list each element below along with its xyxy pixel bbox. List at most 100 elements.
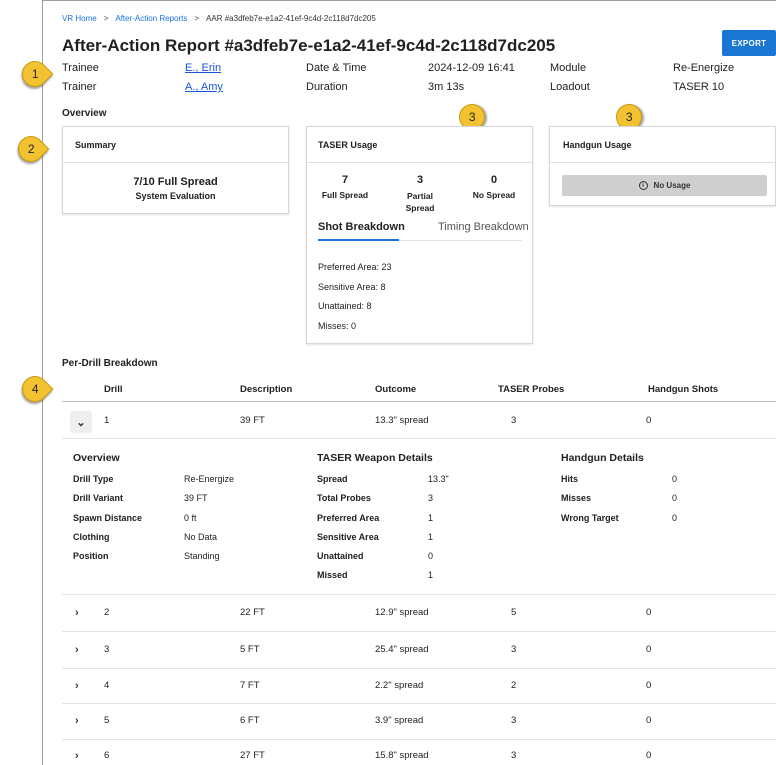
table-row[interactable]: › 6 27 FT 15.8" spread 3 0: [62, 740, 776, 765]
chevron-right-icon[interactable]: ›: [75, 607, 79, 619]
detail-value: 0: [428, 551, 434, 561]
cell-taser-probes: 3: [511, 415, 517, 426]
detail-key: Sensitive Area: [317, 532, 379, 542]
cell-handgun-shots: 0: [646, 644, 652, 655]
cell-taser-probes: 3: [511, 750, 517, 761]
detail-key: Drill Variant: [73, 493, 124, 503]
cell-outcome: 25.4" spread: [375, 644, 429, 655]
detail-key: Drill Type: [73, 474, 114, 484]
handgun-usage-card: Handgun Usage i No Usage: [549, 126, 776, 206]
col-header-handgun-shots[interactable]: Handgun Shots: [648, 384, 718, 395]
detail-key: Unattained: [317, 551, 364, 561]
collapse-row-button[interactable]: ⌄: [70, 411, 92, 433]
chevron-right-icon[interactable]: ›: [75, 644, 79, 656]
cell-description: 6 FT: [240, 715, 260, 726]
detail-key: Wrong Target: [561, 513, 619, 523]
cell-outcome: 15.8" spread: [375, 750, 429, 761]
trainer-link[interactable]: A., Amy: [185, 81, 223, 93]
active-tab-indicator: [318, 239, 399, 241]
cell-taser-probes: 3: [511, 644, 517, 655]
module-value: Re-Energize: [673, 62, 735, 74]
detail-handgun-title: Handgun Details: [561, 452, 644, 464]
table-row[interactable]: › 5 6 FT 3.9" spread 3 0: [62, 704, 776, 740]
cell-handgun-shots: 0: [646, 715, 652, 726]
per-drill-heading: Per-Drill Breakdown: [62, 358, 158, 369]
cell-outcome: 2.2" spread: [375, 680, 424, 691]
breadcrumb-separator: >: [103, 14, 109, 23]
taser-usage-card: TASER Usage 7 Full Spread 3 Partial Spre…: [306, 126, 533, 344]
col-header-description[interactable]: Description: [240, 384, 292, 395]
datetime-label: Date & Time: [306, 62, 367, 74]
export-button[interactable]: EXPORT: [722, 30, 776, 56]
partial-spread-count: 3: [416, 174, 424, 186]
col-header-drill[interactable]: Drill: [104, 384, 122, 395]
no-spread-label: No Spread: [472, 190, 516, 200]
breadcrumb-reports[interactable]: After-Action Reports: [115, 14, 187, 23]
cell-description: 39 FT: [240, 415, 265, 426]
cell-outcome: 12.9" spread: [375, 607, 429, 618]
summary-sub: System Evaluation: [135, 191, 216, 201]
detail-value: 3: [428, 493, 434, 503]
table-row[interactable]: › 2 22 FT 12.9" spread 5 0: [62, 595, 776, 631]
drill-detail-panel: Overview Drill Type Re-Energize Drill Va…: [62, 439, 776, 594]
cell-handgun-shots: 0: [646, 607, 652, 618]
trainee-link[interactable]: E., Erin: [185, 62, 221, 74]
summary-card: Summary 7/10 Full Spread System Evaluati…: [62, 126, 289, 214]
detail-key: Spread: [317, 474, 348, 484]
breakdown-sensitive: Sensitive Area: 8: [318, 282, 386, 292]
divider: [63, 162, 288, 163]
cell-drill: 3: [104, 644, 110, 655]
detail-key: Hits: [561, 474, 579, 484]
chevron-right-icon[interactable]: ›: [75, 680, 79, 692]
table-row[interactable]: › 4 7 FT 2.2" spread 2 0: [62, 669, 776, 705]
chevron-right-icon[interactable]: ›: [75, 715, 79, 727]
full-spread-count: 7: [341, 174, 349, 186]
breadcrumb: VR Home > After-Action Reports > AAR #a3dfeb…: [62, 14, 376, 23]
breadcrumb-home[interactable]: VR Home: [62, 14, 97, 23]
chevron-right-icon[interactable]: ›: [75, 750, 79, 762]
detail-value: 0: [672, 493, 678, 503]
page-title: After-Action Report #a3dfeb7e-e1a2-41ef-…: [62, 36, 556, 55]
detail-value: 1: [428, 532, 434, 542]
cell-description: 27 FT: [240, 750, 265, 761]
taser-card-title: TASER Usage: [318, 140, 378, 150]
breadcrumb-current: AAR #a3dfeb7e-e1a2-41ef-9c4d-2c118d7dc20…: [206, 14, 376, 23]
detail-overview-title: Overview: [73, 452, 120, 464]
table-row[interactable]: › 3 5 FT 25.4" spread 3 0: [62, 632, 776, 668]
duration-label: Duration: [306, 81, 348, 93]
duration-value: 3m 13s: [428, 81, 465, 93]
detail-value: 1: [428, 570, 434, 580]
cell-outcome: 3.9" spread: [375, 715, 424, 726]
cell-taser-probes: 5: [511, 607, 517, 618]
cell-outcome: 13.3" spread: [375, 415, 429, 426]
detail-value: 13.3": [428, 474, 449, 484]
table-row[interactable]: ⌄ 1 39 FT 13.3" spread 3 0: [62, 402, 776, 438]
no-spread-count: 0: [490, 174, 498, 186]
col-header-outcome[interactable]: Outcome: [375, 384, 416, 395]
detail-value: 0: [672, 513, 678, 523]
cell-taser-probes: 3: [511, 715, 517, 726]
detail-key: Position: [73, 551, 109, 561]
summary-card-title: Summary: [75, 140, 117, 150]
col-header-taser-probes[interactable]: TASER Probes: [498, 384, 564, 395]
no-usage-text: No Usage: [653, 181, 691, 190]
no-usage-banner: i No Usage: [562, 175, 767, 196]
cell-handgun-shots: 0: [646, 750, 652, 761]
detail-value: Re-Energize: [184, 474, 235, 484]
tab-shot-breakdown[interactable]: Shot Breakdown: [318, 221, 405, 233]
detail-key: Misses: [561, 493, 592, 503]
detail-key: Clothing: [73, 532, 110, 542]
tab-timing-breakdown[interactable]: Timing Breakdown: [438, 221, 529, 233]
cell-drill: 5: [104, 715, 110, 726]
cell-drill: 1: [104, 415, 110, 426]
cell-drill: 6: [104, 750, 110, 761]
cell-drill: 2: [104, 607, 110, 618]
chevron-down-icon: ⌄: [76, 416, 86, 429]
detail-taser-title: TASER Weapon Details: [317, 452, 433, 464]
cell-description: 5 FT: [240, 644, 260, 655]
loadout-label: Loadout: [550, 81, 590, 93]
breakdown-unattained: Unattained: 8: [318, 301, 372, 311]
detail-key: Total Probes: [317, 493, 371, 503]
cell-description: 7 FT: [240, 680, 260, 691]
handgun-card-title: Handgun Usage: [563, 140, 632, 150]
